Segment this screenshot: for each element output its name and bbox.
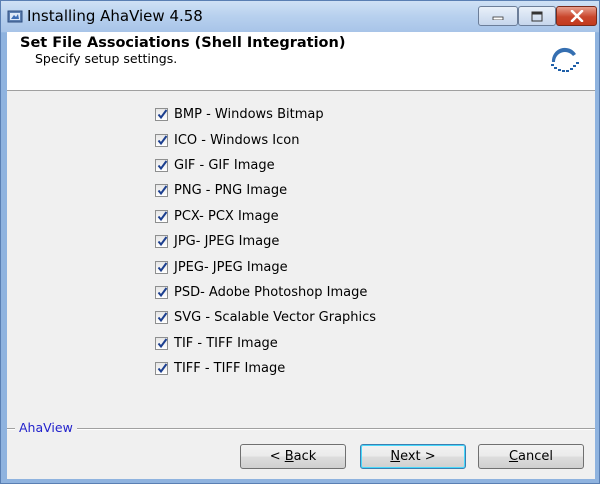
file-type-checkbox-row[interactable]: TIF - TIFF Image [155, 331, 376, 356]
checkbox-label: PSD- Adobe Photoshop Image [174, 284, 368, 300]
minimize-icon [492, 16, 504, 20]
cancel-accelerator: C [508, 449, 519, 464]
cancel-rest: ancel [518, 449, 554, 464]
file-type-checkbox-row[interactable]: BMP - Windows Bitmap [155, 102, 376, 127]
checkbox-label: PNG - PNG Image [174, 183, 288, 199]
installer-window: Installing AhaView 4.58 Set File Associa… [0, 0, 600, 484]
checkbox-label: TIF - TIFF Image [174, 335, 278, 351]
checkbox-label: JPEG- JPEG Image [174, 259, 288, 275]
checkbox[interactable] [155, 235, 168, 249]
file-type-checkbox-row[interactable]: GIF - GIF Image [155, 153, 376, 178]
checkmark-icon [157, 109, 168, 120]
checkmark-icon [157, 236, 168, 247]
maximize-icon [531, 11, 543, 21]
page-title: Set File Associations (Shell Integration… [20, 35, 346, 51]
checkbox-label: SVG - Scalable Vector Graphics [174, 310, 377, 326]
ahaview-logo-icon [548, 44, 582, 78]
checkmark-icon [157, 338, 168, 348]
divider-highlight [7, 429, 595, 430]
checkbox[interactable] [155, 108, 168, 122]
page-subtitle: Specify setup settings. [35, 51, 178, 66]
wizard-header: Set File Associations (Shell Integration… [7, 32, 595, 91]
file-type-checkbox-row[interactable]: TIFF - TIFF Image [155, 356, 376, 381]
checkbox[interactable] [155, 260, 168, 274]
file-type-checkbox-row[interactable]: PNG - PNG Image [155, 178, 376, 203]
checkbox[interactable] [155, 362, 168, 376]
checkmark-icon [157, 261, 168, 272]
checkbox[interactable] [155, 285, 168, 299]
window-title: Installing AhaView 4.58 [27, 7, 203, 25]
wizard-body: Set File Associations (Shell Integration… [7, 32, 595, 479]
back-accelerator: B [284, 449, 294, 464]
back-prefix: < [269, 449, 285, 464]
file-type-checkbox-row[interactable]: PCX- PCX Image [155, 204, 376, 229]
back-rest: ack [293, 449, 317, 464]
checkmark-icon [157, 185, 168, 196]
checkmark-icon [157, 160, 168, 171]
minimize-button[interactable] [478, 6, 518, 26]
maximize-button[interactable] [518, 6, 556, 26]
file-type-checkbox-row[interactable]: ICO - Windows Icon [155, 127, 376, 152]
checkmark-icon [157, 134, 168, 145]
cancel-button[interactable]: Cancel [478, 444, 584, 469]
checkbox-label: JPG- JPEG Image [174, 234, 280, 250]
checkmark-icon [157, 287, 168, 298]
checkmark-icon [157, 312, 168, 323]
title-bar[interactable]: Installing AhaView 4.58 [1, 1, 599, 32]
close-icon [570, 10, 583, 22]
checkmark-icon [157, 363, 168, 374]
checkbox-label: GIF - GIF Image [174, 157, 275, 173]
checkbox[interactable] [155, 209, 168, 223]
file-type-checkbox-row[interactable]: JPG- JPEG Image [155, 229, 376, 254]
checkbox[interactable] [155, 133, 168, 147]
back-button[interactable]: < Back [240, 444, 346, 469]
next-button[interactable]: Next > [360, 444, 466, 469]
checkmark-icon [157, 211, 168, 221]
checkbox[interactable] [155, 336, 168, 350]
checkbox-label: PCX- PCX Image [174, 208, 279, 224]
checkbox-label: BMP - Windows Bitmap [174, 107, 324, 123]
next-rest: ext > [400, 449, 436, 464]
brand-label: AhaView [15, 420, 77, 435]
close-button[interactable] [556, 6, 597, 26]
checkbox[interactable] [155, 158, 168, 172]
checkbox-label: ICO - Windows Icon [174, 132, 300, 148]
installer-app-icon [7, 8, 23, 24]
checkbox-label: TIFF - TIFF Image [174, 361, 286, 377]
file-type-checkbox-row[interactable]: PSD- Adobe Photoshop Image [155, 280, 376, 305]
checkbox[interactable] [155, 311, 168, 325]
file-type-checkbox-row[interactable]: SVG - Scalable Vector Graphics [155, 305, 376, 330]
file-type-checkbox-row[interactable]: JPEG- JPEG Image [155, 254, 376, 279]
checkbox[interactable] [155, 184, 168, 198]
next-accelerator: N [390, 449, 401, 464]
file-association-list: BMP - Windows Bitmap ICO - Windows Icon GI… [155, 102, 376, 381]
